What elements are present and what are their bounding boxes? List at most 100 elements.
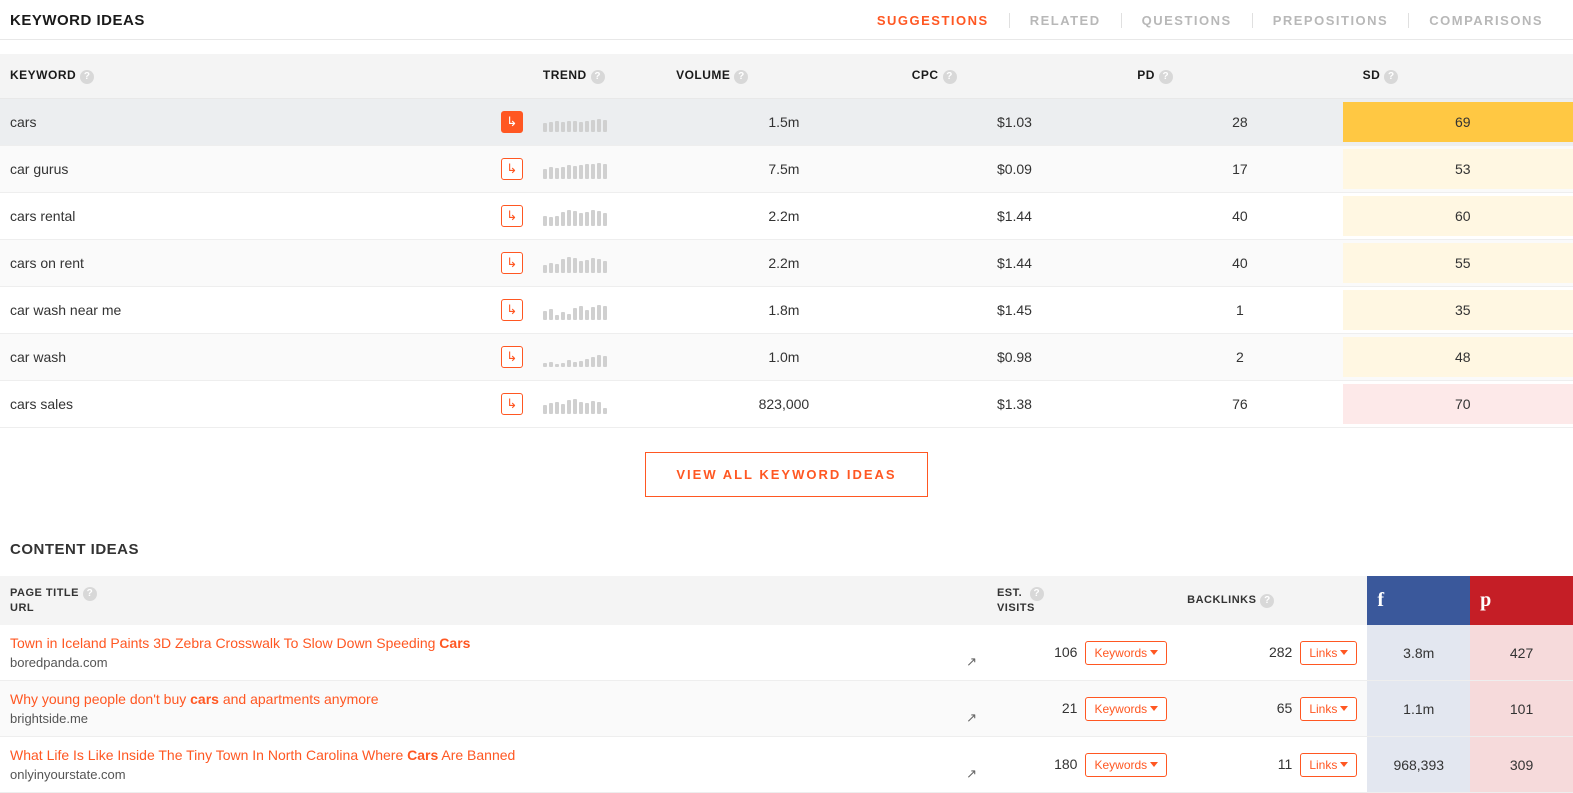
trend-sparkline xyxy=(543,347,656,367)
keyword-tabs: SUGGESTIONSRELATEDQUESTIONSPREPOSITIONSC… xyxy=(857,13,1563,28)
help-icon[interactable]: ? xyxy=(1159,70,1173,84)
links-button[interactable]: Links xyxy=(1300,641,1357,665)
cpc-value: $0.09 xyxy=(902,146,1127,193)
expand-icon[interactable]: ↳ xyxy=(501,111,523,133)
facebook-shares: 3.8m xyxy=(1367,625,1470,681)
pd-value: 76 xyxy=(1127,381,1352,428)
links-button[interactable]: Links xyxy=(1300,697,1357,721)
col-header-keyword[interactable]: KEYWORD? xyxy=(0,54,533,99)
tab-comparisons[interactable]: COMPARISONS xyxy=(1409,13,1563,28)
sd-value: 69 xyxy=(1343,102,1573,142)
help-icon[interactable]: ? xyxy=(1030,587,1044,601)
backlinks-value: 11 xyxy=(1278,756,1293,772)
sd-value: 48 xyxy=(1343,337,1573,377)
est-visits-value: 180 xyxy=(1054,756,1077,772)
cpc-value: $1.38 xyxy=(902,381,1127,428)
col-header-backlinks[interactable]: BACKLINKS? xyxy=(1177,576,1367,625)
col-header-volume[interactable]: VOLUME? xyxy=(666,54,902,99)
volume-value: 2.2m xyxy=(666,193,902,240)
tab-suggestions[interactable]: SUGGESTIONS xyxy=(857,13,1010,28)
help-icon[interactable]: ? xyxy=(1384,70,1398,84)
col-header-sd[interactable]: SD? xyxy=(1353,54,1573,99)
facebook-shares: 1.1m xyxy=(1367,681,1470,737)
keyword-row[interactable]: cars sales↳823,000$1.387670 xyxy=(0,381,1573,428)
keyword-name: car wash xyxy=(10,349,501,365)
backlinks-value: 65 xyxy=(1277,700,1293,716)
cpc-value: $1.03 xyxy=(902,99,1127,146)
keyword-name: cars rental xyxy=(10,208,501,224)
volume-value: 2.2m xyxy=(666,240,902,287)
col-header-est-visits[interactable]: EST. ?VISITS xyxy=(987,576,1177,625)
col-header-cpc[interactable]: CPC? xyxy=(902,54,1127,99)
expand-icon[interactable]: ↳ xyxy=(501,299,523,321)
cpc-value: $1.44 xyxy=(902,193,1127,240)
help-icon[interactable]: ? xyxy=(83,587,97,601)
keyword-name: cars xyxy=(10,114,501,130)
page-url: brightside.me xyxy=(10,711,88,726)
help-icon[interactable]: ? xyxy=(734,70,748,84)
external-link-icon[interactable]: ↗ xyxy=(966,654,977,670)
facebook-icon: f xyxy=(1377,589,1384,611)
sd-value: 70 xyxy=(1343,384,1573,424)
volume-value: 1.5m xyxy=(666,99,902,146)
backlinks-value: 282 xyxy=(1269,644,1292,660)
facebook-shares: 968,393 xyxy=(1367,737,1470,793)
help-icon[interactable]: ? xyxy=(80,70,94,84)
content-ideas-table: PAGE TITLE?URL EST. ?VISITS BACKLINKS? f… xyxy=(0,576,1573,793)
section-title: CONTENT IDEAS xyxy=(10,541,1563,558)
col-header-pd[interactable]: PD? xyxy=(1127,54,1352,99)
help-icon[interactable]: ? xyxy=(943,70,957,84)
external-link-icon[interactable]: ↗ xyxy=(966,710,977,726)
col-header-pinterest: p xyxy=(1470,576,1573,625)
pd-value: 2 xyxy=(1127,334,1352,381)
content-row: Town in Iceland Paints 3D Zebra Crosswal… xyxy=(0,625,1573,681)
content-row: Why young people don't buy cars and apar… xyxy=(0,681,1573,737)
pd-value: 1 xyxy=(1127,287,1352,334)
col-header-page-title[interactable]: PAGE TITLE?URL xyxy=(0,576,987,625)
expand-icon[interactable]: ↳ xyxy=(501,205,523,227)
trend-sparkline xyxy=(543,206,656,226)
tab-questions[interactable]: QUESTIONS xyxy=(1122,13,1253,28)
keyword-name: car gurus xyxy=(10,161,501,177)
pinterest-shares: 427 xyxy=(1470,625,1573,681)
tab-related[interactable]: RELATED xyxy=(1010,13,1122,28)
help-icon[interactable]: ? xyxy=(1260,594,1274,608)
keyword-row[interactable]: cars rental↳2.2m$1.444060 xyxy=(0,193,1573,240)
sd-value: 35 xyxy=(1343,290,1573,330)
keyword-name: cars on rent xyxy=(10,255,501,271)
keyword-name: car wash near me xyxy=(10,302,501,318)
expand-icon[interactable]: ↳ xyxy=(501,393,523,415)
links-button[interactable]: Links xyxy=(1300,753,1357,777)
help-icon[interactable]: ? xyxy=(591,70,605,84)
keyword-row[interactable]: car gurus↳7.5m$0.091753 xyxy=(0,146,1573,193)
page-title-link[interactable]: Why young people don't buy cars and apar… xyxy=(10,691,958,707)
pinterest-shares: 309 xyxy=(1470,737,1573,793)
cpc-value: $1.44 xyxy=(902,240,1127,287)
est-visits-value: 21 xyxy=(1062,700,1078,716)
pd-value: 28 xyxy=(1127,99,1352,146)
expand-icon[interactable]: ↳ xyxy=(501,346,523,368)
keyword-ideas-table: KEYWORD? TREND? VOLUME? CPC? PD? SD? car… xyxy=(0,54,1573,428)
trend-sparkline xyxy=(543,300,656,320)
view-all-keyword-ideas-button[interactable]: VIEW ALL KEYWORD IDEAS xyxy=(645,452,927,497)
expand-icon[interactable]: ↳ xyxy=(501,158,523,180)
keyword-row[interactable]: car wash near me↳1.8m$1.45135 xyxy=(0,287,1573,334)
pinterest-icon: p xyxy=(1480,589,1492,611)
keyword-row[interactable]: cars on rent↳2.2m$1.444055 xyxy=(0,240,1573,287)
keywords-button[interactable]: Keywords xyxy=(1085,753,1167,777)
pinterest-shares: 101 xyxy=(1470,681,1573,737)
keywords-button[interactable]: Keywords xyxy=(1085,697,1167,721)
content-ideas-header: CONTENT IDEAS xyxy=(0,531,1573,568)
keywords-button[interactable]: Keywords xyxy=(1085,641,1167,665)
keyword-row[interactable]: cars↳ 1.5m$1.032869 xyxy=(0,99,1573,146)
volume-value: 823,000 xyxy=(666,381,902,428)
keyword-row[interactable]: car wash↳1.0m$0.98248 xyxy=(0,334,1573,381)
external-link-icon[interactable]: ↗ xyxy=(966,766,977,782)
page-title-link[interactable]: Town in Iceland Paints 3D Zebra Crosswal… xyxy=(10,635,958,651)
expand-icon[interactable]: ↳ xyxy=(501,252,523,274)
sd-value: 60 xyxy=(1343,196,1573,236)
col-header-trend[interactable]: TREND? xyxy=(533,54,666,99)
tab-prepositions[interactable]: PREPOSITIONS xyxy=(1253,13,1410,28)
volume-value: 1.0m xyxy=(666,334,902,381)
page-title-link[interactable]: What Life Is Like Inside The Tiny Town I… xyxy=(10,747,958,763)
